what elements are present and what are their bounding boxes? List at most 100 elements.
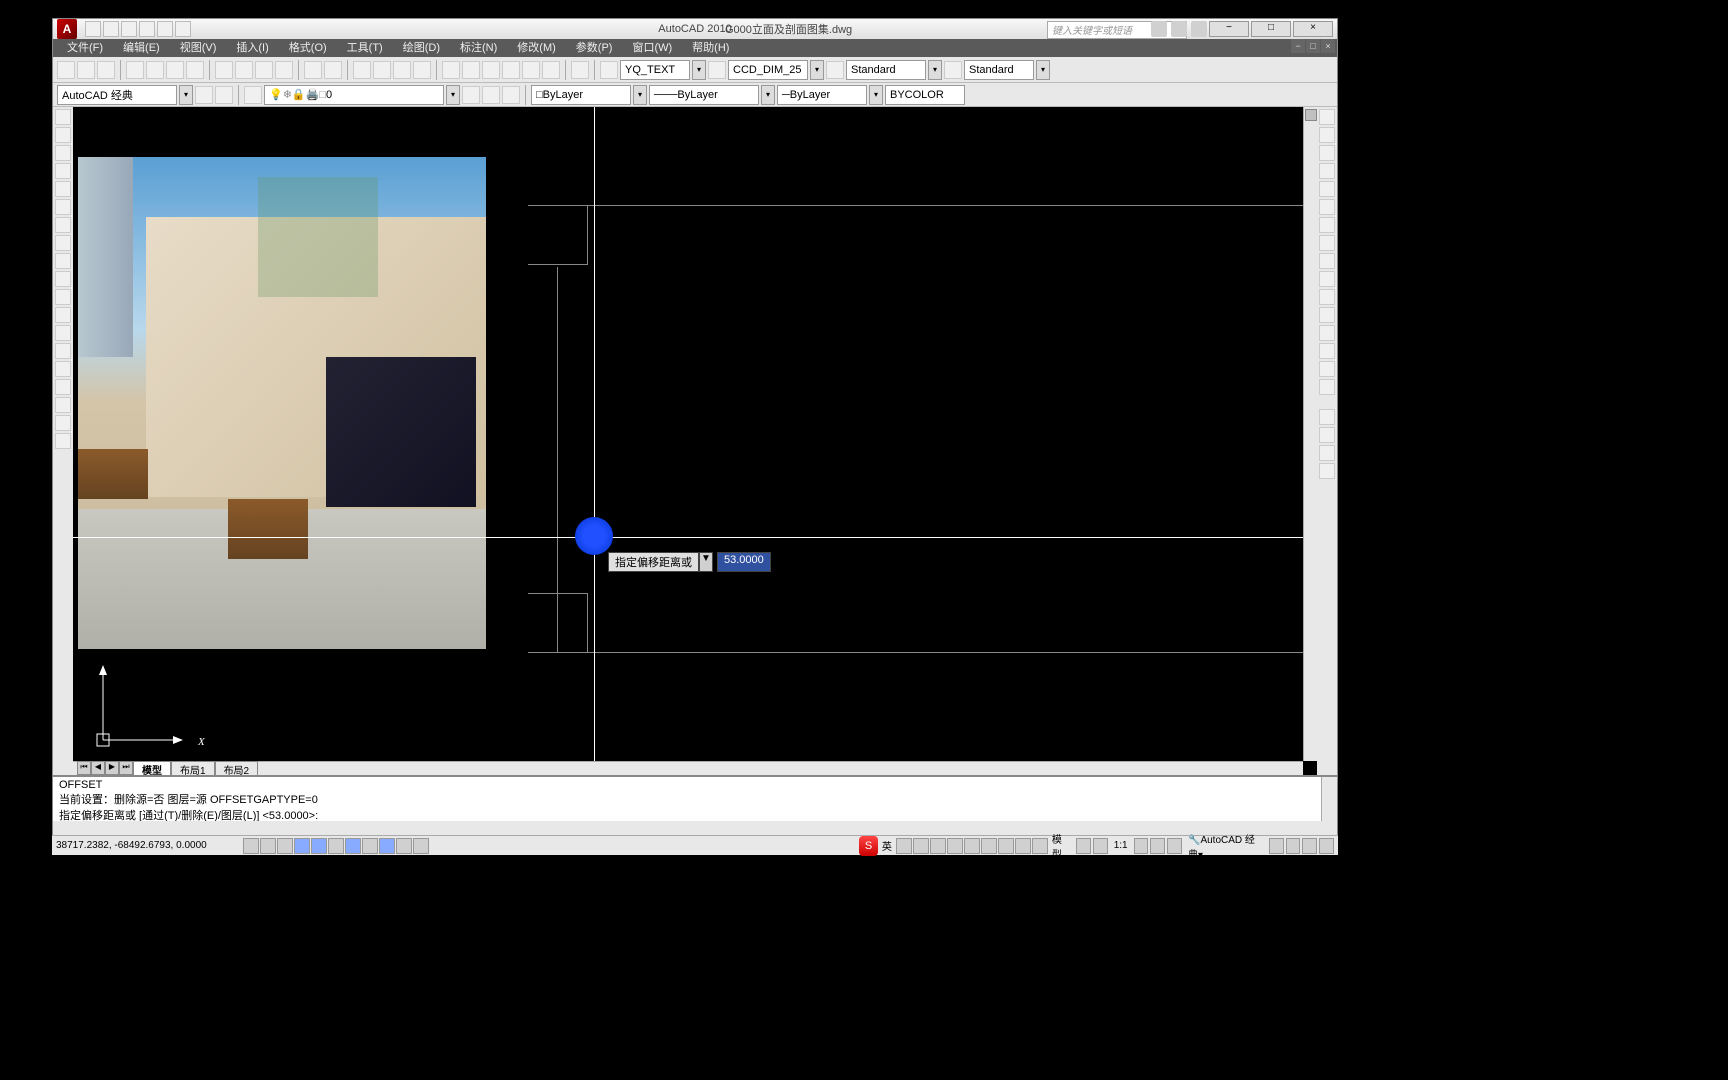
- textstyle-icon[interactable]: [600, 61, 618, 79]
- open-doc-icon[interactable]: [77, 61, 95, 79]
- plotpreview-icon[interactable]: [146, 61, 164, 79]
- menu-view[interactable]: 视图(V): [170, 39, 227, 57]
- revcloud-icon[interactable]: [55, 235, 71, 251]
- horizontal-scrollbar[interactable]: ⏮ ◀ ▶ ⏭ 模型 布局1 布局2: [73, 761, 1303, 775]
- workspace-dropdown[interactable]: AutoCAD 经典: [57, 85, 177, 105]
- markup-icon[interactable]: [522, 61, 540, 79]
- command-scrollbar[interactable]: [1321, 777, 1337, 821]
- mleaderstyle-icon[interactable]: [944, 61, 962, 79]
- menu-modify[interactable]: 修改(M): [507, 39, 566, 57]
- tablestyle-icon[interactable]: [826, 61, 844, 79]
- ellipse-icon[interactable]: [55, 271, 71, 287]
- block-icon[interactable]: [55, 325, 71, 341]
- cleanscreen-icon[interactable]: [1319, 838, 1334, 854]
- menu-param[interactable]: 参数(P): [566, 39, 623, 57]
- menu-edit[interactable]: 编辑(E): [113, 39, 170, 57]
- toolbar-lock-icon[interactable]: [1269, 838, 1284, 854]
- dropdown-arrow-icon[interactable]: ▾: [869, 85, 883, 105]
- ime-opt8-icon[interactable]: [1015, 838, 1031, 854]
- menu-insert[interactable]: 插入(I): [226, 39, 278, 57]
- plot-icon[interactable]: [126, 61, 144, 79]
- ortho-toggle[interactable]: [277, 838, 293, 854]
- annovis-icon[interactable]: [1150, 838, 1165, 854]
- snap-toggle[interactable]: [243, 838, 259, 854]
- zoomprev-icon[interactable]: [413, 61, 431, 79]
- menu-dim[interactable]: 标注(N): [450, 39, 507, 57]
- save-doc-icon[interactable]: [97, 61, 115, 79]
- calc-icon[interactable]: [542, 61, 560, 79]
- ime-opt5-icon[interactable]: [964, 838, 980, 854]
- annotation-scale[interactable]: 1:1: [1110, 840, 1132, 851]
- grid-toggle[interactable]: [260, 838, 276, 854]
- draworder2-icon[interactable]: [1319, 427, 1335, 443]
- coordinates-display[interactable]: 38717.2382, -68492.6793, 0.0000: [56, 840, 243, 851]
- otrack-toggle[interactable]: [345, 838, 361, 854]
- color-dropdown[interactable]: □ ByLayer: [531, 85, 631, 105]
- dropdown-arrow-icon[interactable]: ▾: [761, 85, 775, 105]
- cut-icon[interactable]: [215, 61, 233, 79]
- scale-icon[interactable]: [1319, 235, 1335, 251]
- redo-icon[interactable]: [157, 21, 173, 37]
- offset-icon[interactable]: [1319, 163, 1335, 179]
- draworder4-icon[interactable]: [1319, 463, 1335, 479]
- dimstyle-icon[interactable]: [708, 61, 726, 79]
- undo-icon[interactable]: [139, 21, 155, 37]
- xline-icon[interactable]: [55, 127, 71, 143]
- print-icon[interactable]: [175, 21, 191, 37]
- draworder3-icon[interactable]: [1319, 445, 1335, 461]
- help2-icon[interactable]: [571, 61, 589, 79]
- tab-last-button[interactable]: ⏭: [119, 761, 133, 775]
- dynamic-value-input[interactable]: 53.0000: [717, 552, 771, 572]
- hatch-icon[interactable]: [55, 361, 71, 377]
- dropdown-arrow-icon[interactable]: ▾: [810, 60, 824, 80]
- ducs-toggle[interactable]: [362, 838, 378, 854]
- mleaderstyle-dropdown[interactable]: Standard: [964, 60, 1034, 80]
- ime-opt3-icon[interactable]: [930, 838, 946, 854]
- spline-icon[interactable]: [55, 253, 71, 269]
- point-icon[interactable]: [55, 343, 71, 359]
- sync-icon[interactable]: [1151, 21, 1167, 37]
- rectangle-icon[interactable]: [55, 181, 71, 197]
- ime-lang[interactable]: 英: [878, 838, 896, 853]
- paste-icon[interactable]: [255, 61, 273, 79]
- command-line[interactable]: OFFSET 当前设置：删除源=否 图层=源 OFFSETGAPTYPE=0 指…: [53, 775, 1337, 821]
- dimstyle-dropdown[interactable]: CCD_DIM_25: [728, 60, 808, 80]
- textstyle-dropdown[interactable]: YQ_TEXT: [620, 60, 690, 80]
- isolate-icon[interactable]: [1302, 838, 1317, 854]
- app-logo-icon[interactable]: A: [57, 19, 77, 39]
- lwt-toggle[interactable]: [396, 838, 412, 854]
- layerprop-icon[interactable]: [244, 86, 262, 104]
- prop-icon[interactable]: [442, 61, 460, 79]
- tab-prev-button[interactable]: ◀: [91, 761, 105, 775]
- dropdown-arrow-icon[interactable]: ▾: [928, 60, 942, 80]
- dyn-toggle[interactable]: [379, 838, 395, 854]
- mirror-icon[interactable]: [1319, 145, 1335, 161]
- polar-toggle[interactable]: [294, 838, 310, 854]
- 3dosnap-toggle[interactable]: [328, 838, 344, 854]
- new-doc-icon[interactable]: [57, 61, 75, 79]
- extend-icon[interactable]: [1319, 289, 1335, 305]
- osnap-toggle[interactable]: [311, 838, 327, 854]
- explode-icon[interactable]: [1319, 379, 1335, 395]
- menu-tools[interactable]: 工具(T): [337, 39, 393, 57]
- move-icon[interactable]: [1319, 199, 1335, 215]
- redo2-icon[interactable]: [324, 61, 342, 79]
- doc-close-button[interactable]: ×: [1321, 39, 1335, 53]
- menu-file[interactable]: 文件(F): [57, 39, 113, 57]
- table-icon[interactable]: [55, 415, 71, 431]
- ime-opt6-icon[interactable]: [981, 838, 997, 854]
- dropdown-arrow-icon[interactable]: ▾: [1036, 60, 1050, 80]
- tab-layout2[interactable]: 布局2: [215, 761, 259, 776]
- exchange-icon[interactable]: [1191, 21, 1207, 37]
- ime-opt7-icon[interactable]: [998, 838, 1014, 854]
- down-arrow-icon[interactable]: ▼: [699, 552, 713, 572]
- ime-opt4-icon[interactable]: [947, 838, 963, 854]
- ellipsearc-icon[interactable]: [55, 289, 71, 305]
- tab-layout1[interactable]: 布局1: [171, 761, 215, 776]
- quickview2-icon[interactable]: [1093, 838, 1108, 854]
- qp-toggle[interactable]: [413, 838, 429, 854]
- linetype-dropdown[interactable]: ─── ByLayer: [649, 85, 759, 105]
- workspace-save-icon[interactable]: [215, 86, 233, 104]
- pline-icon[interactable]: [55, 145, 71, 161]
- close-button[interactable]: ×: [1293, 21, 1333, 37]
